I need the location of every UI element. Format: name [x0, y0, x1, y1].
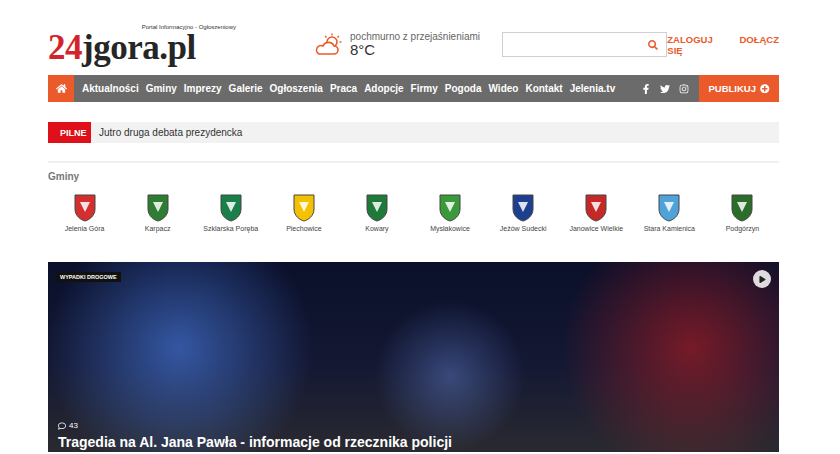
nav-item[interactable]: Aktualności [82, 83, 139, 94]
crest-icon [220, 194, 242, 222]
breaking-text[interactable]: Jutro druga debata prezydencka [91, 127, 242, 138]
breaking-news: PILNEJutro druga debata prezydencka [48, 122, 779, 143]
header: Portal Informacyjno - Ogłoszeniowy24jgor… [48, 0, 779, 75]
municipality-name: Jelenia Góra [65, 225, 105, 232]
municipality-name: Piechowice [286, 225, 321, 232]
municipality-item[interactable]: Podgórzyn [706, 194, 779, 232]
crest-icon [658, 194, 680, 222]
municipality-item[interactable]: Karpacz [121, 194, 194, 232]
municipality-name: Podgórzyn [726, 225, 759, 232]
municipality-item[interactable]: Mysłakowice [413, 194, 486, 232]
account-link[interactable]: DOŁĄCZ [739, 34, 779, 56]
crest-icon [439, 194, 461, 222]
crest-icon [585, 194, 607, 222]
search-field[interactable] [502, 32, 667, 57]
weather-temperature: 8°C [350, 42, 480, 59]
municipality-list: Jelenia Góra Karpacz Szklarska Poręba Piech… [48, 194, 779, 232]
nav-item[interactable]: Adopcje [364, 83, 403, 94]
home-button[interactable] [48, 75, 74, 102]
cloud-sun-icon [314, 33, 344, 57]
section-title: Gminy [48, 171, 779, 182]
facebook-link[interactable] [641, 84, 651, 94]
nav-item[interactable]: Praca [330, 83, 357, 94]
municipality-name: Stara Kamienica [644, 225, 695, 232]
page: Portal Informacyjno - Ogłoszeniowy24jgor… [48, 0, 779, 452]
logo-text: 24jgora.pl [48, 30, 196, 65]
account-link[interactable]: ZALOGUJ SIĘ [667, 34, 723, 56]
nav-item[interactable]: Galerie [229, 83, 263, 94]
nav-item[interactable]: Imprezy [184, 83, 222, 94]
crest-icon [366, 194, 388, 222]
weather-description: pochmurno z przejaśnieniami [350, 31, 480, 42]
municipality-item[interactable]: Jelenia Góra [48, 194, 121, 232]
social-links [631, 84, 699, 94]
nav-item[interactable]: Kontakt [525, 83, 562, 94]
home-icon[interactable] [56, 83, 67, 94]
municipality-item[interactable]: Jeżów Sudecki [487, 194, 560, 232]
comment-icon [58, 422, 66, 430]
municipality-item[interactable]: Stara Kamienica [633, 194, 706, 232]
twitter-icon[interactable] [660, 84, 670, 94]
main-nav: Aktualności Gminy Imprezy Galerie Ogłoszenia… [48, 75, 779, 102]
weather-texts: pochmurno z przejaśnieniami8°C [350, 31, 480, 59]
crest-icon [731, 194, 753, 222]
logo-name: jgora.pl [82, 28, 196, 67]
municipality-name: Kowary [365, 225, 388, 232]
play-button[interactable] [753, 270, 771, 288]
municipality-name: Jeżów Sudecki [500, 225, 547, 232]
facebook-icon[interactable] [641, 84, 651, 94]
municipality-name: Szklarska Poręba [203, 225, 258, 232]
weather: pochmurno z przejaśnieniami8°C [314, 31, 502, 59]
breaking-label: PILNE [48, 122, 91, 143]
crest-icon [293, 194, 315, 222]
crest-icon [147, 194, 169, 222]
plus-icon[interactable] [760, 84, 770, 94]
nav-item[interactable]: Ogłoszenia [270, 83, 323, 94]
logo[interactable]: Portal Informacyjno - Ogłoszeniowy24jgor… [48, 24, 264, 65]
municipality-name: Janowice Wielkie [569, 225, 623, 232]
municipality-name: Karpacz [145, 225, 171, 232]
twitter-link[interactable] [660, 84, 670, 94]
account-links: ZALOGUJ SIĘ DOŁĄCZ [667, 34, 779, 56]
nav-item[interactable]: Jelenia.tv [570, 83, 616, 94]
instagram-icon[interactable] [679, 84, 689, 94]
nav-item[interactable]: Gminy [146, 83, 177, 94]
divider [48, 161, 779, 163]
municipality-item[interactable]: Janowice Wielkie [560, 194, 633, 232]
featured-article[interactable]: WYPADKI DROGOWE 43 Tragedia na Al. Jana Pa… [48, 262, 779, 452]
nav-item[interactable]: Wideo [489, 83, 519, 94]
crest-icon [74, 194, 96, 222]
crest-icon [512, 194, 534, 222]
category-tag[interactable]: WYPADKI DROGOWE [56, 272, 121, 282]
nav-items: Aktualności Gminy Imprezy Galerie Ogłoszenia… [74, 83, 631, 94]
nav-item[interactable]: Pogoda [445, 83, 482, 94]
nav-item[interactable]: Firmy [411, 83, 438, 94]
municipality-name: Mysłakowice [430, 225, 470, 232]
instagram-link[interactable] [679, 84, 689, 94]
municipality-item[interactable]: Piechowice [267, 194, 340, 232]
play-icon[interactable] [759, 276, 766, 283]
search-icon[interactable] [648, 40, 658, 50]
logo-prefix: 24 [48, 28, 82, 67]
municipality-item[interactable]: Kowary [340, 194, 413, 232]
featured-title[interactable]: Tragedia na Al. Jana Pawła - informacje … [58, 434, 452, 450]
publish-button[interactable]: PUBLIKUJ [699, 75, 779, 102]
municipality-item[interactable]: Szklarska Poręba [194, 194, 267, 232]
comment-count: 43 [58, 421, 78, 430]
